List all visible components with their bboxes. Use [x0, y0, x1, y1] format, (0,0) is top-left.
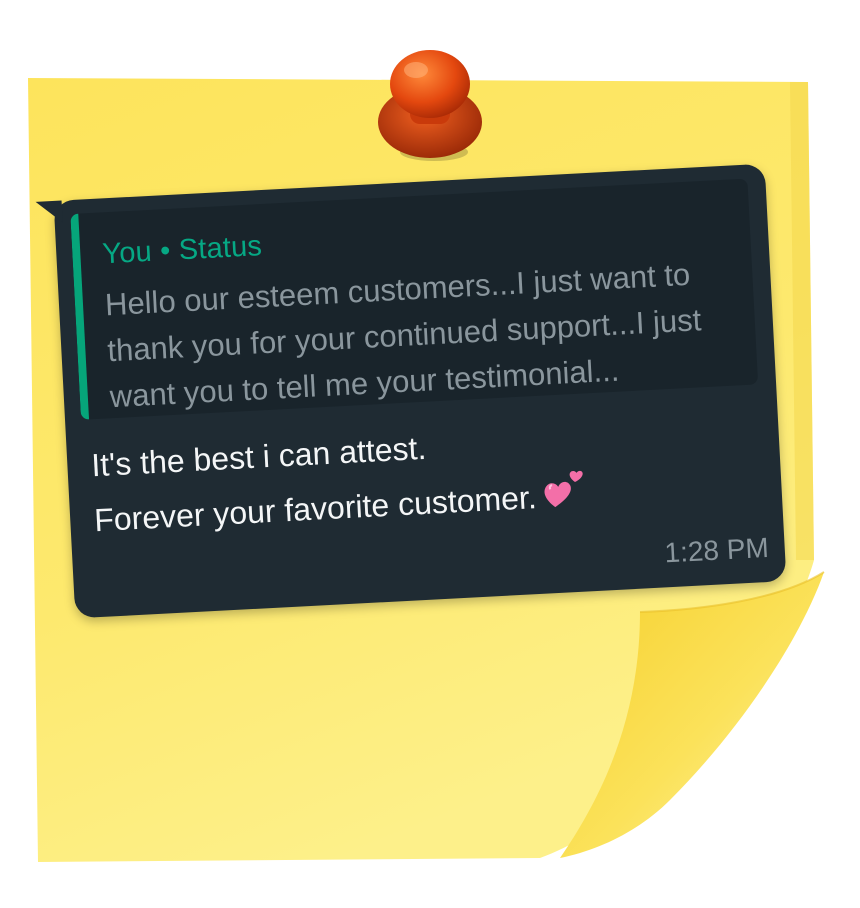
- message-body: It's the best i can attest. Forever your…: [90, 404, 765, 546]
- quote-author-label: You • Status: [101, 230, 263, 271]
- push-pin-icon: [378, 50, 482, 161]
- two-hearts-icon: [544, 470, 583, 508]
- sticky-note: You • Status Hello our esteem customers.…: [0, 0, 860, 908]
- quote-text: Hello our esteem customers...I just want…: [104, 256, 703, 415]
- chat-message-bubble: You • Status Hello our esteem customers.…: [35, 163, 787, 619]
- message-timestamp: 1:28 PM: [663, 531, 770, 569]
- bubble-tail: [35, 200, 63, 224]
- quoted-status-reply[interactable]: You • Status Hello our esteem customers.…: [70, 178, 759, 420]
- quote-accent-bar: [70, 213, 90, 420]
- message-line-2: Forever your favorite customer.: [93, 479, 538, 539]
